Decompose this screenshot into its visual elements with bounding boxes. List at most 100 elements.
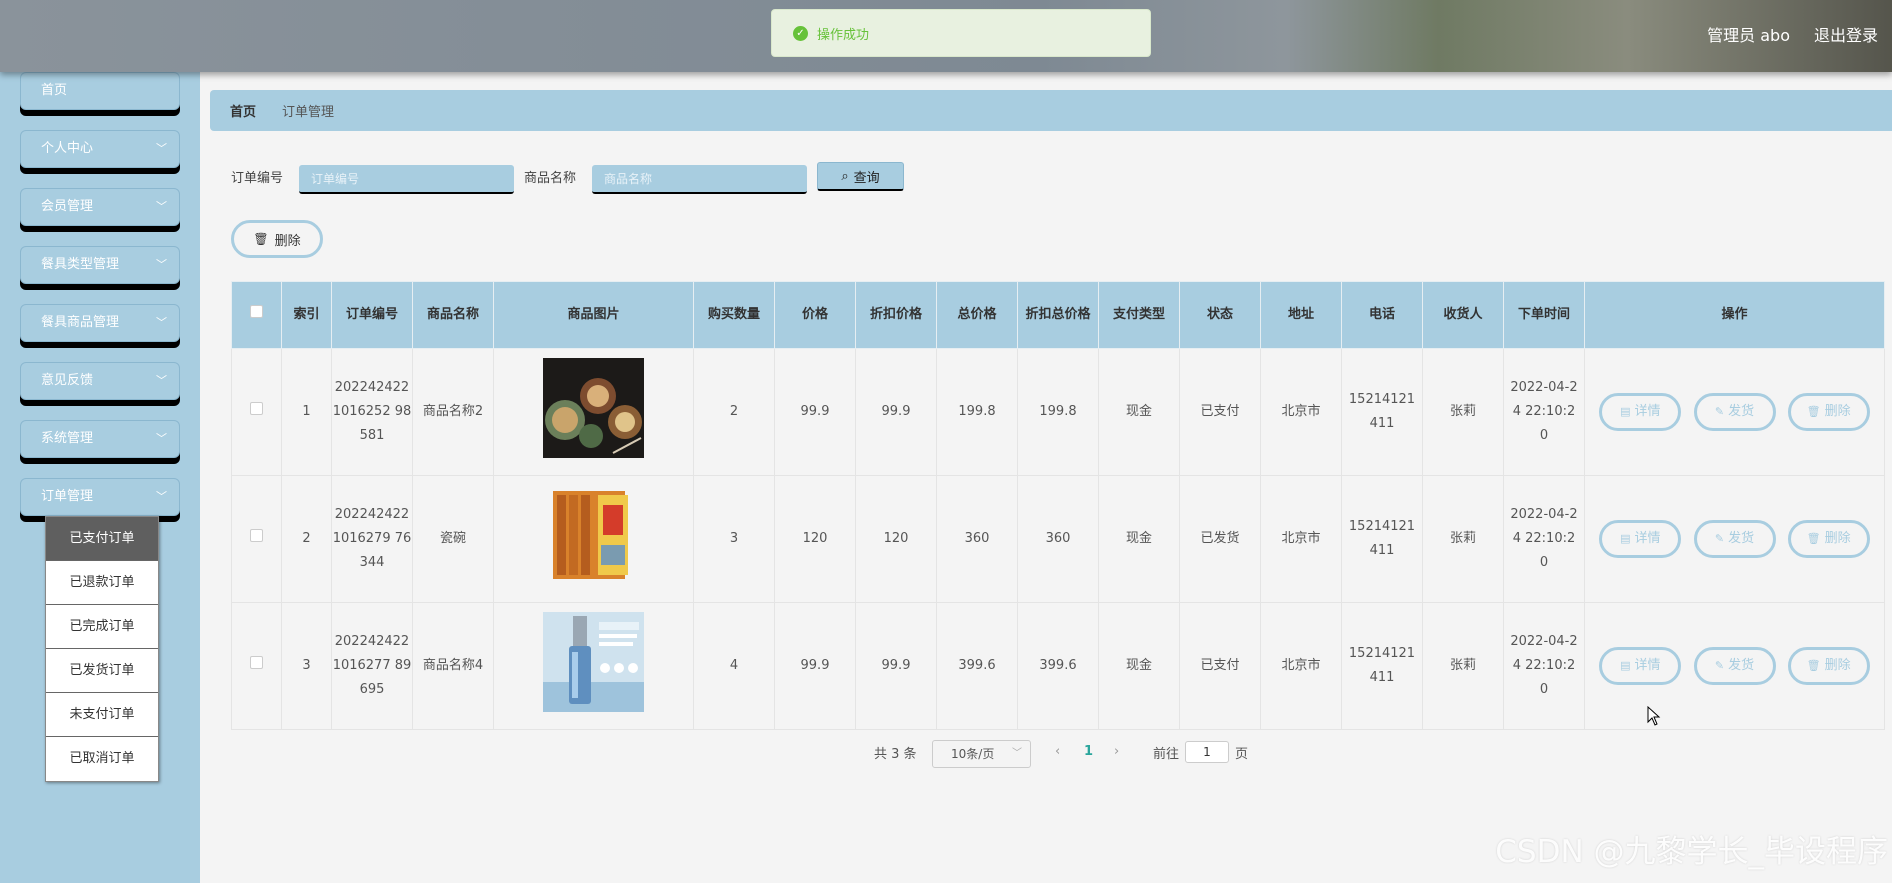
search-icon: ⌕ [841,168,849,184]
sidebar-item-home[interactable]: 首页 [20,72,180,110]
column-header: 订单编号 [331,281,413,349]
sidebar-item-feedback[interactable]: 意见反馈 ﹀ [20,362,180,400]
goto-label: 前往 [1153,747,1180,762]
submenu-item-paid[interactable]: 已支付订单 [46,517,158,561]
column-header: 支付类型 [1098,281,1180,349]
product-name-label: 商品名称 [524,171,577,186]
cell-discount-total: 199.8 [1017,348,1099,476]
cell-qty: 2 [693,348,775,476]
column-header: 索引 [281,281,332,349]
sidebar-item-tableware-type[interactable]: 餐具类型管理 ﹀ [20,246,180,284]
order-no-input[interactable] [299,165,514,194]
detail-label: 详情 [1634,658,1661,673]
logout-link[interactable]: 退出登录 [1814,22,1878,46]
chevron-down-icon: ﹀ [156,258,167,271]
column-header: 操作 [1584,281,1885,349]
cell-total: 199.8 [936,348,1018,476]
product-name-input[interactable] [592,165,807,194]
chevron-down-icon: ﹀ [1012,748,1022,759]
row-delete-button[interactable]: 🗑 删除 [1787,647,1870,685]
sidebar-item-label: 系统管理 [41,431,94,446]
cell-pay-type: 现金 [1098,602,1180,730]
page-number-current[interactable]: 1 [1084,744,1093,759]
cell-time: 2022-04-24 22:10:20 [1503,602,1585,730]
sidebar-item-member-management[interactable]: 会员管理 ﹀ [20,188,180,226]
submenu-item-unpaid[interactable]: 未支付订单 [46,693,158,737]
submenu-item-completed[interactable]: 已完成订单 [46,605,158,649]
column-header: 购买数量 [693,281,775,349]
column-header: 状态 [1179,281,1261,349]
ship-button[interactable]: ✎ 发货 [1693,520,1776,558]
column-header: 电话 [1341,281,1423,349]
goto-page-input[interactable] [1185,741,1229,763]
column-header: 折扣价格 [855,281,937,349]
cell-index: 2 [281,475,332,603]
sidebar-item-tableware-product[interactable]: 餐具商品管理 ﹀ [20,304,180,342]
row-delete-button[interactable]: 🗑 删除 [1787,520,1870,558]
column-header: 下单时间 [1503,281,1585,349]
batch-delete-label: 删除 [274,233,301,249]
food-bowls-image [543,357,644,458]
row-checkbox[interactable] [250,529,263,542]
sidebar-item-order-management[interactable]: 订单管理 ﹀ [20,478,180,516]
ship-button[interactable]: ✎ 发货 [1693,647,1776,685]
sidebar-item-system[interactable]: 系统管理 ﹀ [20,420,180,458]
row-delete-button[interactable]: 🗑 删除 [1787,393,1870,431]
trash-icon: 🗑 [1806,659,1821,672]
sidebar-item-label: 个人中心 [41,141,94,156]
toast-message: 操作成功 [817,27,870,43]
breadcrumb-home[interactable]: 首页 [230,101,256,120]
cell-time: 2022-04-24 22:10:20 [1503,348,1585,476]
page-size-value: 10条/页 [951,747,995,761]
table-row: 3 2022424221016277 89695 商品名称4 4 99.9 99… [231,602,1885,730]
admin-user-label: 管理员 abo [1707,26,1790,45]
query-button[interactable]: ⌕ 查询 [817,162,904,191]
submenu-item-shipped[interactable]: 已发货订单 [46,649,158,693]
chevron-down-icon: ﹀ [156,142,167,155]
column-header: 总价格 [936,281,1018,349]
select-all-checkbox[interactable] [250,305,263,318]
ship-button[interactable]: ✎ 发货 [1693,393,1776,431]
table-row: 2 2022424221016279 76344 瓷碗 3 120 120 36… [231,475,1885,603]
submenu-item-refunded[interactable]: 已退款订单 [46,561,158,605]
detail-button[interactable]: ▤ 详情 [1599,520,1682,558]
book-set-image [543,484,644,585]
cell-phone: 15214121411 [1341,348,1423,476]
document-icon: ▤ [1620,532,1631,545]
trash-icon: 🗑 [1806,532,1821,545]
detail-button[interactable]: ▤ 详情 [1599,393,1682,431]
cell-receiver: 张莉 [1422,475,1504,603]
cell-order-no: 2022424221016279 76344 [331,475,413,603]
detail-label: 详情 [1634,404,1661,419]
chevron-down-icon: ﹀ [156,490,167,503]
cell-price: 120 [774,475,856,603]
query-button-label: 查询 [853,170,880,186]
column-header: 商品名称 [412,281,494,349]
page-suffix-label: 页 [1235,747,1249,762]
submenu-item-cancelled[interactable]: 已取消订单 [46,737,158,781]
next-page-icon[interactable]: › [1114,744,1119,759]
cell-time: 2022-04-24 22:10:20 [1503,475,1585,603]
row-checkbox[interactable] [250,656,263,669]
cell-pay-type: 现金 [1098,348,1180,476]
column-header: 地址 [1260,281,1342,349]
trash-icon: 🗑 [253,232,269,246]
serum-bottle-image [543,611,644,712]
prev-page-icon[interactable]: ‹ [1055,744,1060,759]
sidebar-item-label: 意见反馈 [41,373,94,388]
sidebar-item-personal-center[interactable]: 个人中心 ﹀ [20,130,180,168]
row-delete-label: 删除 [1824,404,1851,419]
batch-delete-button[interactable]: 🗑 删除 [231,220,323,258]
sidebar-item-label: 会员管理 [41,199,94,214]
success-toast: ✓ 操作成功 [771,9,1151,57]
column-header: 价格 [774,281,856,349]
page-size-select[interactable]: 10条/页 ﹀ [932,740,1031,768]
breadcrumb: 首页 订单管理 [210,90,1892,131]
cell-discount-price: 120 [855,475,937,603]
cell-index: 1 [281,348,332,476]
row-checkbox[interactable] [250,402,263,415]
cell-price: 99.9 [774,602,856,730]
cell-product: 商品名称2 [412,348,494,476]
detail-button[interactable]: ▤ 详情 [1599,647,1682,685]
select-all-cell[interactable] [231,281,282,349]
